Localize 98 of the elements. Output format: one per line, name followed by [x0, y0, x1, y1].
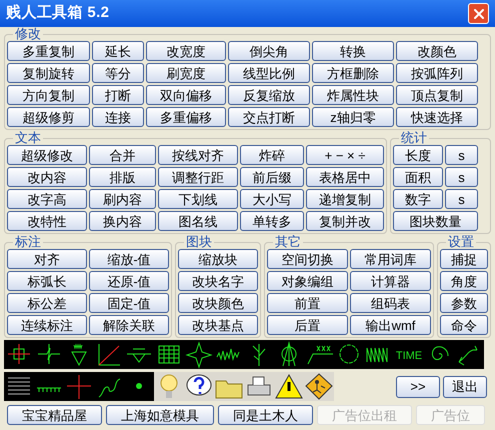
- tool-button[interactable]: 双向偏移: [146, 85, 226, 105]
- action-button[interactable]: 退出: [443, 376, 487, 398]
- tool-button[interactable]: 前置: [267, 293, 348, 313]
- tool-button[interactable]: 刷内容: [89, 189, 156, 209]
- tool-button[interactable]: 多重复制: [7, 41, 90, 61]
- tool-button[interactable]: 数字: [393, 189, 443, 209]
- group-label: 标注: [14, 235, 42, 249]
- tool-button[interactable]: 连接: [92, 107, 144, 127]
- tool-button[interactable]: 固定-值: [89, 293, 169, 313]
- group-label: 修改: [14, 27, 42, 41]
- tool-button[interactable]: 单转多: [240, 211, 304, 231]
- tool-button[interactable]: 反复缩放: [228, 85, 310, 105]
- window-title: 贱人工具箱 5.2: [6, 3, 110, 24]
- tool-button[interactable]: 解除关联: [89, 315, 169, 335]
- tool-button[interactable]: 换内容: [89, 211, 156, 231]
- tool-button[interactable]: 对象编组: [267, 271, 348, 291]
- tool-button[interactable]: 图名线: [158, 211, 238, 231]
- tool-button[interactable]: 快速选择: [396, 107, 478, 127]
- tool-button[interactable]: 改宽度: [146, 41, 226, 61]
- tool-button[interactable]: 等分: [92, 63, 144, 83]
- tool-button[interactable]: 组码表: [350, 293, 431, 313]
- tool-button[interactable]: 调整行距: [158, 167, 238, 187]
- tool-button[interactable]: 改颜色: [396, 41, 478, 61]
- action-button[interactable]: >>: [396, 376, 440, 398]
- tool-button[interactable]: 参数: [440, 293, 488, 313]
- time-label: TIME: [396, 350, 422, 362]
- tool-button[interactable]: 超级修剪: [7, 107, 90, 127]
- group-label: 文本: [14, 131, 42, 145]
- tool-button[interactable]: s: [445, 167, 478, 187]
- tool-button[interactable]: 对齐: [7, 249, 87, 269]
- tool-button[interactable]: 标弧长: [7, 271, 87, 291]
- tool-button[interactable]: 排版: [89, 167, 156, 187]
- tool-button[interactable]: 计算器: [350, 271, 431, 291]
- tool-button[interactable]: 交点打断: [228, 107, 310, 127]
- group-label: 统计: [400, 131, 428, 145]
- tool-button[interactable]: 炸属性块: [312, 85, 394, 105]
- tool-button[interactable]: 空间切换: [267, 249, 348, 269]
- tool-button[interactable]: 缩放-值: [89, 249, 169, 269]
- tool-button[interactable]: 标公差: [7, 293, 87, 313]
- tool-button[interactable]: 下划线: [158, 189, 238, 209]
- tool-button[interactable]: 按弧阵列: [396, 63, 478, 83]
- help-icon[interactable]: [184, 372, 214, 401]
- tool-button[interactable]: 捕捉: [440, 249, 488, 269]
- tool-button[interactable]: 按线对齐: [158, 145, 238, 165]
- construction-icon[interactable]: [304, 372, 334, 401]
- tool-button[interactable]: s: [445, 145, 478, 165]
- tool-button[interactable]: 缩放块: [178, 249, 258, 269]
- tool-button[interactable]: 大小写: [240, 189, 304, 209]
- tool-button[interactable]: 还原-值: [89, 271, 169, 291]
- tool-button[interactable]: 长度: [393, 145, 443, 165]
- tool-button[interactable]: + − × ÷: [306, 145, 384, 165]
- tool-button[interactable]: 改块名字: [178, 271, 258, 291]
- tool-button[interactable]: 改字高: [7, 189, 87, 209]
- tool-button[interactable]: 倒尖角: [228, 41, 310, 61]
- tool-button[interactable]: z轴归零: [312, 107, 394, 127]
- tool-button[interactable]: 延长: [92, 41, 144, 61]
- tool-button[interactable]: 合并: [89, 145, 156, 165]
- tool-button[interactable]: 方向复制: [7, 85, 90, 105]
- group-label: 图块: [185, 235, 213, 249]
- tool-button[interactable]: 复制并改: [306, 211, 384, 231]
- close-button[interactable]: [468, 3, 489, 24]
- tool-button[interactable]: s: [445, 189, 478, 209]
- tool-button[interactable]: 命令: [440, 315, 488, 335]
- tool-button[interactable]: 顶点复制: [396, 85, 478, 105]
- tool-button[interactable]: 改块颜色: [178, 293, 258, 313]
- tool-button[interactable]: 打断: [92, 85, 144, 105]
- hatch-icon[interactable]: [4, 372, 34, 401]
- tool-button[interactable]: 转换: [312, 41, 394, 61]
- link-button[interactable]: 同是土木人: [218, 405, 313, 425]
- tool-button[interactable]: 图块数量: [393, 211, 478, 231]
- group-label: 其它: [274, 235, 302, 249]
- tool-button[interactable]: 炸碎: [240, 145, 304, 165]
- tool-button[interactable]: 连续标注: [7, 315, 87, 335]
- tool-button[interactable]: 角度: [440, 271, 488, 291]
- cloud-icon[interactable]: [334, 340, 364, 369]
- tool-button[interactable]: 面积: [393, 167, 443, 187]
- crosshair-icon[interactable]: [4, 340, 34, 369]
- printer-icon[interactable]: [244, 372, 274, 401]
- tool-button[interactable]: 多重偏移: [146, 107, 226, 127]
- text-icon[interactable]: TIME: [394, 340, 424, 369]
- tool-button[interactable]: 前后缀: [240, 167, 304, 187]
- tool-button[interactable]: 改内容: [7, 167, 87, 187]
- zigzag-icon[interactable]: [364, 340, 394, 369]
- group-label: 设置: [447, 235, 475, 249]
- tool-button[interactable]: 改块基点: [178, 315, 258, 335]
- tool-button[interactable]: 复制旋转: [7, 63, 90, 83]
- tool-button[interactable]: 递增复制: [306, 189, 384, 209]
- tool-button[interactable]: 后置: [267, 315, 348, 335]
- link-button[interactable]: 上海如意模具: [106, 405, 214, 425]
- tool-button[interactable]: 超级修改: [7, 145, 87, 165]
- tool-button[interactable]: 输出wmf: [350, 315, 431, 335]
- tool-button[interactable]: 刷宽度: [146, 63, 226, 83]
- link-button[interactable]: 宝宝精品屋: [7, 405, 102, 425]
- tool-button[interactable]: 线型比例: [228, 63, 310, 83]
- tool-button[interactable]: 常用词库: [350, 249, 431, 269]
- tool-button[interactable]: 方框删除: [312, 63, 394, 83]
- tool-button[interactable]: 表格居中: [306, 167, 384, 187]
- tool-button[interactable]: 改特性: [7, 211, 87, 231]
